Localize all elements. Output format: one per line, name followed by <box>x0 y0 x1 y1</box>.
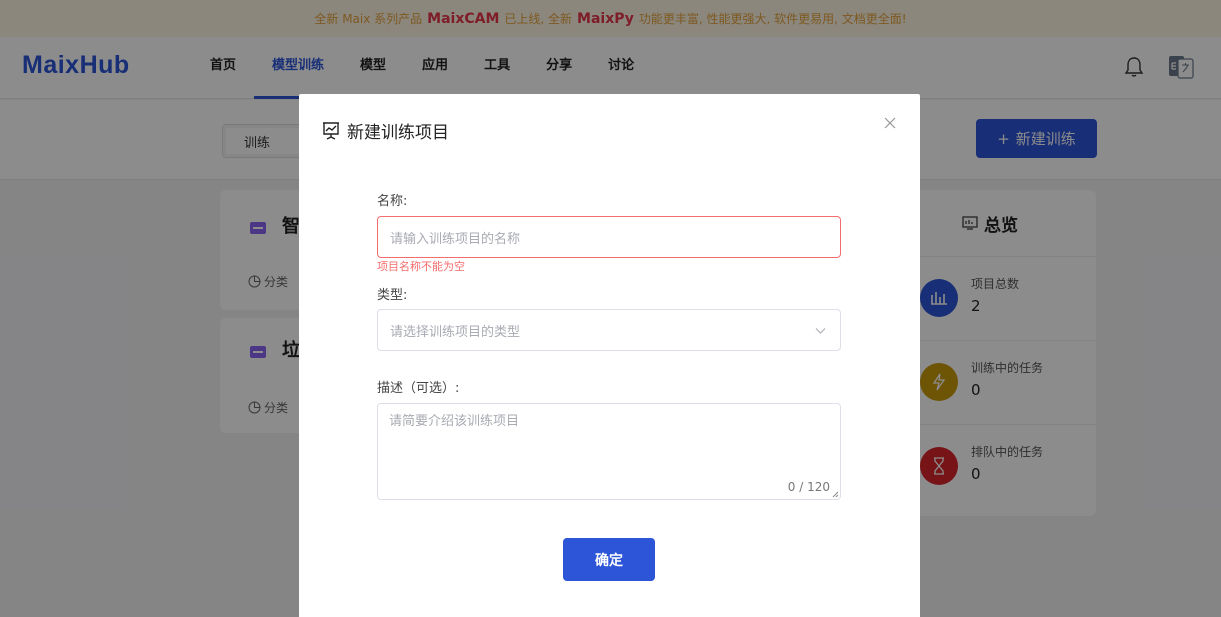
name-placeholder: 请输入训练项目的名称 <box>390 231 521 247</box>
name-error-message: 项目名称不能为空 <box>377 260 465 273</box>
close-icon[interactable] <box>883 116 897 130</box>
description-placeholder: 请简要介绍该训练项目 <box>389 414 520 429</box>
type-field-label: 类型: <box>377 288 408 303</box>
name-field-label: 名称: <box>377 194 408 209</box>
project-type-select[interactable]: 请选择训练项目的类型 <box>377 309 841 351</box>
dialog-header: 新建训练项目 <box>321 118 449 143</box>
type-placeholder: 请选择训练项目的类型 <box>390 324 521 340</box>
character-counter: 0 / 120 <box>787 480 830 494</box>
confirm-button[interactable]: 确定 <box>563 538 655 581</box>
chevron-down-icon <box>815 328 826 334</box>
project-name-input[interactable]: 请输入训练项目的名称 <box>377 216 841 258</box>
resize-handle-icon[interactable] <box>832 491 839 498</box>
description-field-label: 描述（可选）: <box>377 381 460 396</box>
presentation-chart-icon <box>323 121 339 140</box>
dialog-title: 新建训练项目 <box>347 123 449 143</box>
description-textarea[interactable]: 请简要介绍该训练项目 0 / 120 <box>377 403 841 500</box>
new-training-project-dialog: 新建训练项目 名称: 请输入训练项目的名称 项目名称不能为空 类型: 请选择训练… <box>299 94 920 617</box>
